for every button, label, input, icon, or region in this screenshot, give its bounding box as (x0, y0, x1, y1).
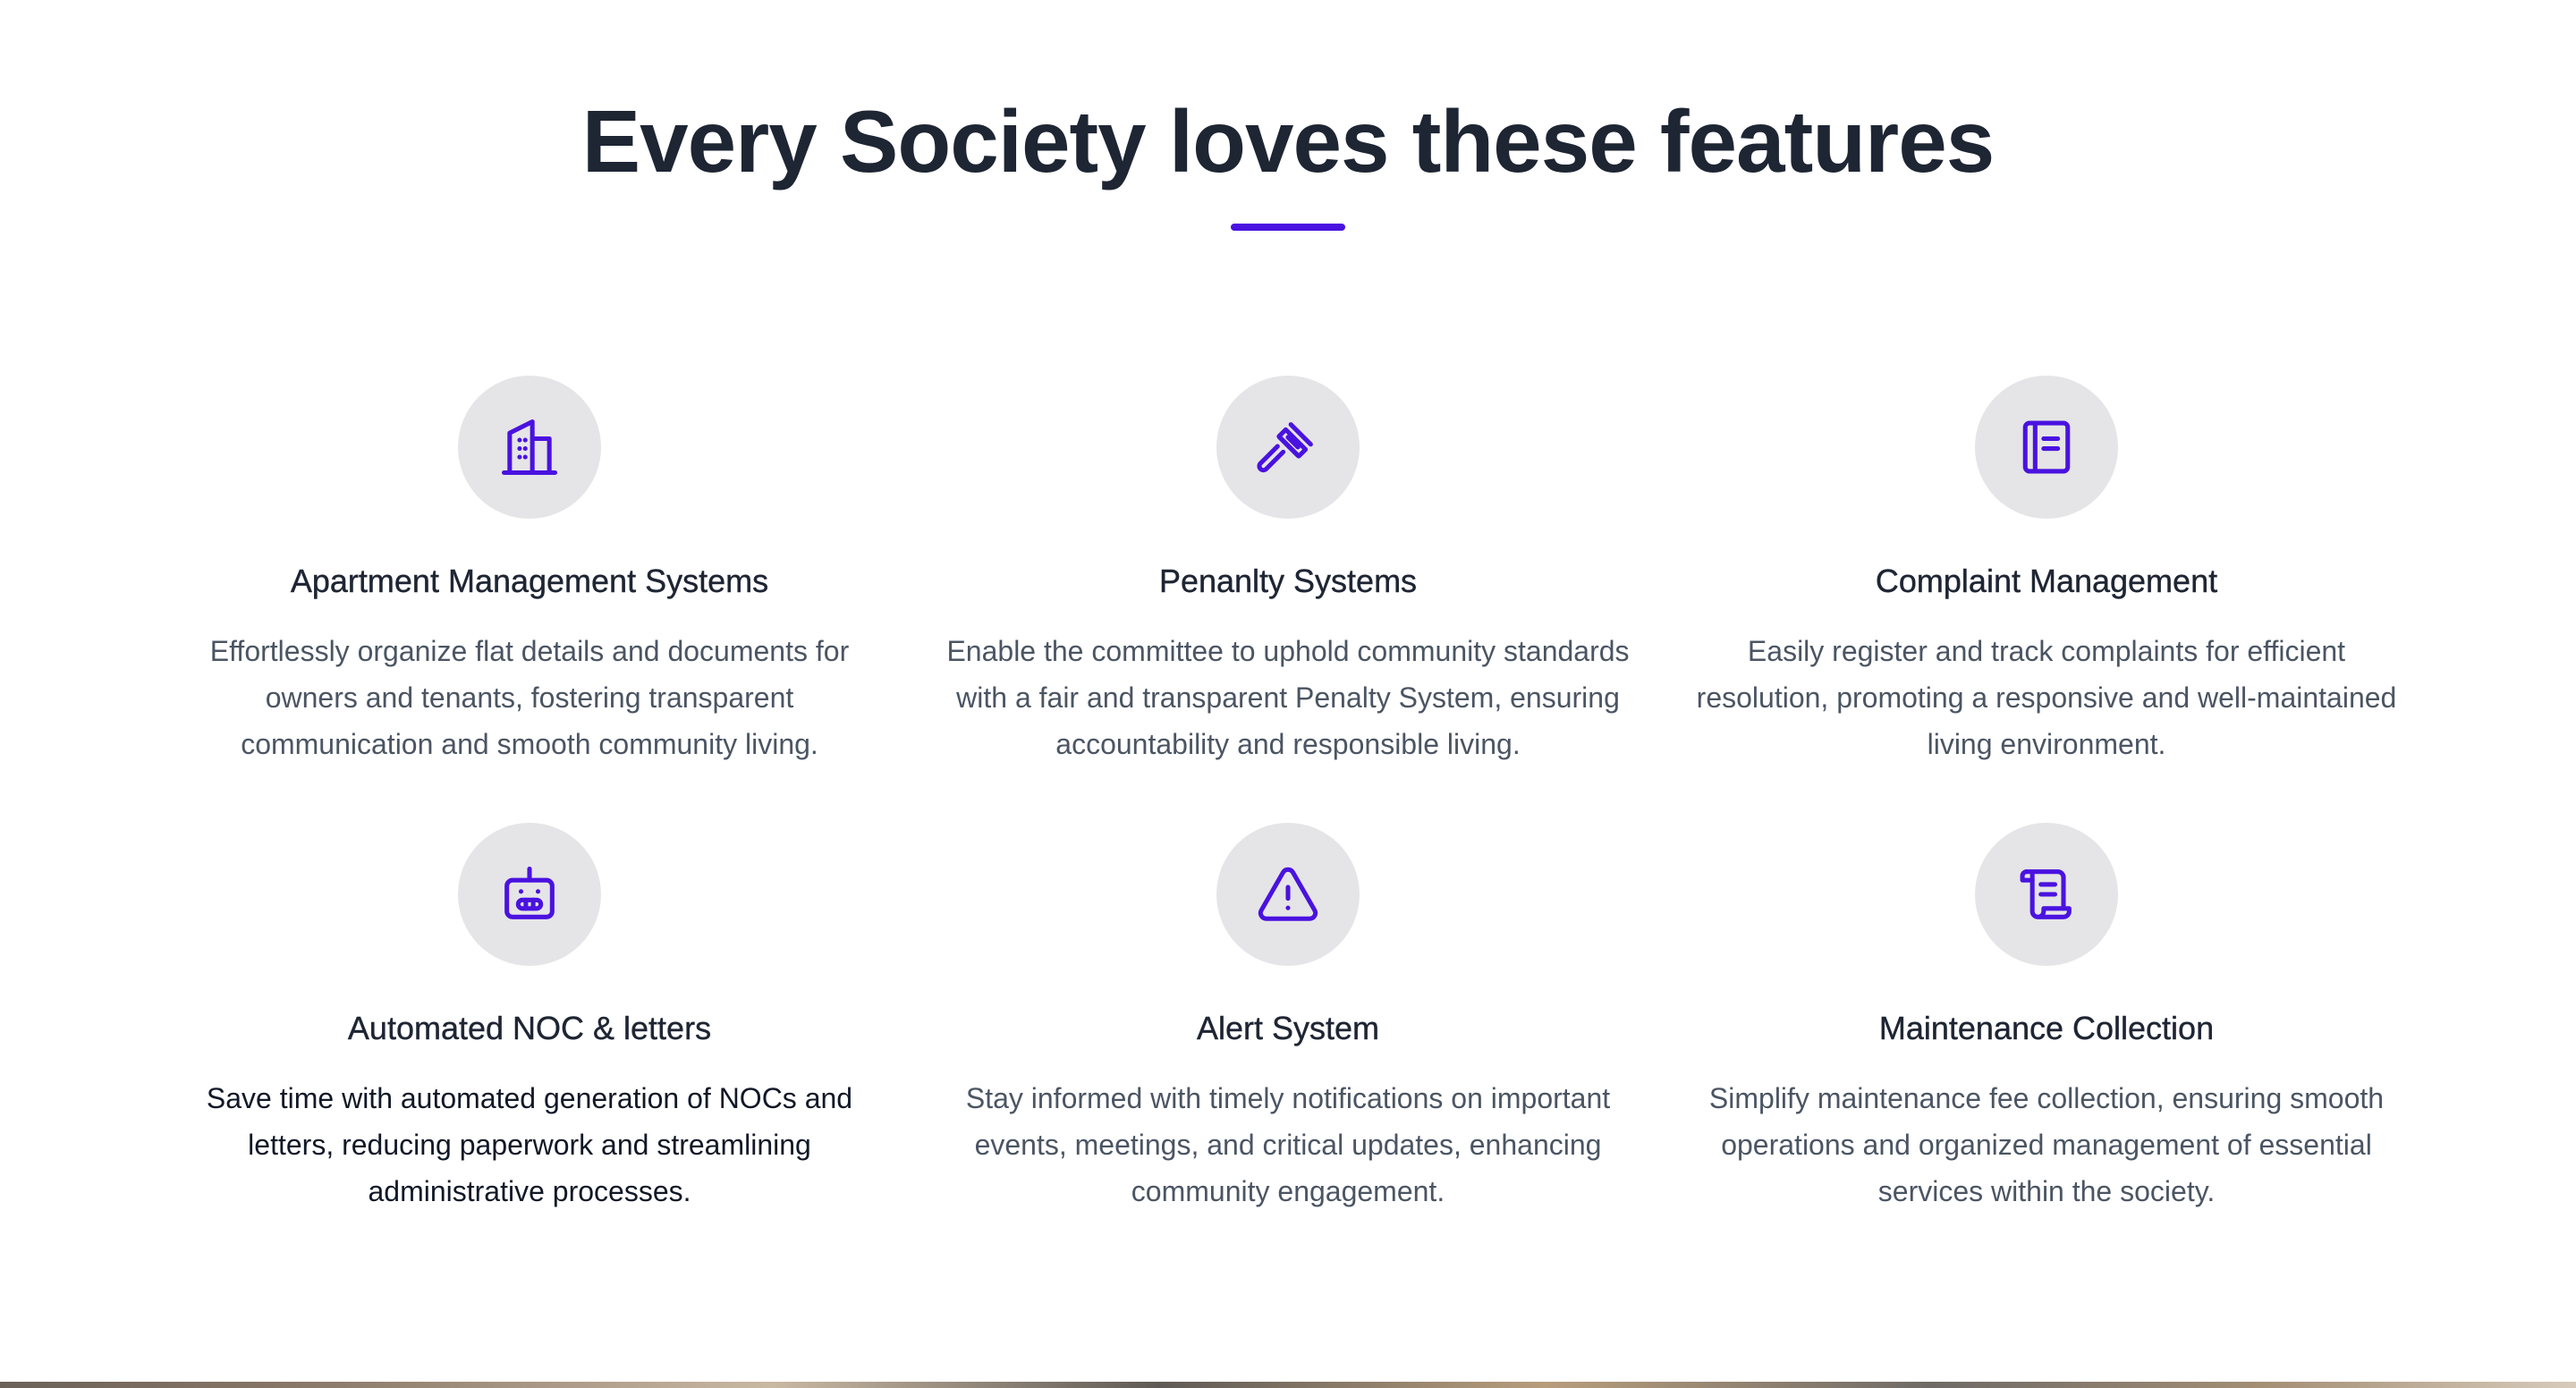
feature-icon-circle (1975, 376, 2118, 519)
building-icon (501, 419, 558, 476)
notebook-icon (2022, 420, 2071, 474)
feature-title: Apartment Management Systems (290, 563, 769, 599)
feature-description: Simplify maintenance fee collection, ens… (1708, 1082, 2385, 1207)
gavel-icon (1257, 422, 1313, 473)
feature-card-apartment-management: Apartment Management Systems Effortlessl… (172, 376, 887, 767)
feature-description: Stay informed with timely notifications … (965, 1082, 1611, 1207)
feature-icon-circle (1216, 376, 1360, 519)
feature-title: Maintenance Collection (1878, 1010, 2215, 1046)
feature-description: Easily register and track complaints for… (1696, 635, 2397, 760)
alert-triangle-icon (1258, 867, 1318, 921)
feature-title: Penanlty Systems (1158, 563, 1418, 599)
feature-icon-circle (458, 376, 601, 519)
robot-icon (504, 866, 555, 919)
feature-title: Complaint Management (1875, 563, 2218, 599)
feature-card-complaint-management: Complaint Management Easily register and… (1689, 376, 2404, 767)
feature-card-automated-noc: Automated NOC & letters Save time with a… (172, 823, 887, 1214)
feature-card-penalty-systems: Penanlty Systems Enable the committee to… (930, 376, 1646, 767)
feature-card-maintenance-collection: Maintenance Collection Simplify maintena… (1689, 823, 2404, 1214)
feature-icon-circle (1975, 823, 2118, 966)
feature-description: Enable the committee to uphold community… (946, 635, 1630, 760)
feature-title: Automated NOC & letters (347, 1010, 712, 1046)
feature-icon-circle (458, 823, 601, 966)
feature-description: Save time with automated generation of N… (206, 1082, 853, 1207)
feature-title: Alert System (1196, 1010, 1380, 1046)
feature-description: Effortlessly organize flat details and d… (209, 635, 850, 760)
feature-card-alert-system: Alert System Stay informed with timely n… (930, 823, 1646, 1214)
features-page: Every Society loves these features Apart… (0, 0, 2576, 1388)
scroll-icon (2020, 869, 2072, 919)
features-grid: Apartment Management Systems Effortlessl… (0, 0, 2576, 1252)
feature-icon-circle (1216, 823, 1360, 966)
next-section-image-edge (0, 1382, 2576, 1388)
